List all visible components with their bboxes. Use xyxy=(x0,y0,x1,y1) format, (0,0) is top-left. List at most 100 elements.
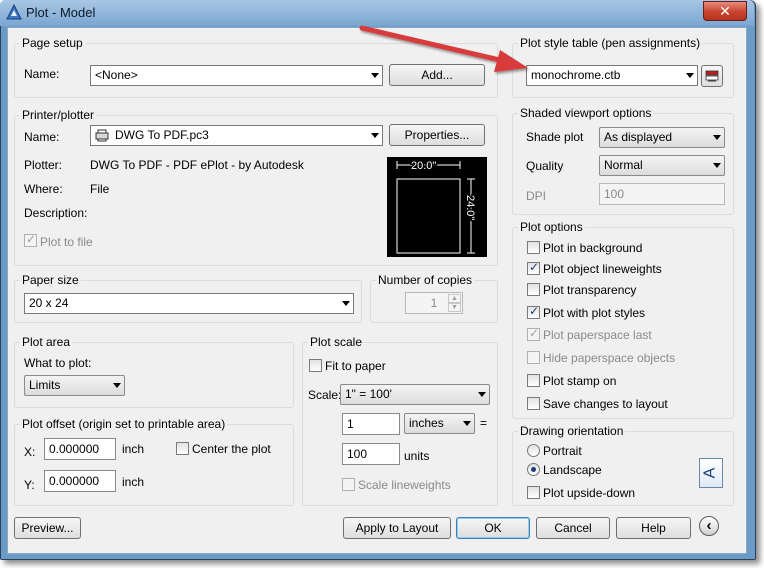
spinner-down-icon[interactable]: ▼ xyxy=(448,303,461,312)
page-setup-name-dropdown[interactable]: <None> xyxy=(90,65,383,86)
quality-dropdown[interactable]: Normal xyxy=(599,155,725,176)
copies-value: 1 xyxy=(430,296,438,310)
where-value: File xyxy=(90,182,110,196)
scale-value: 1" = 100' xyxy=(345,387,392,401)
fit-to-paper-label: Fit to paper xyxy=(325,359,386,373)
chevron-down-icon xyxy=(478,392,486,397)
portrait-label: Portrait xyxy=(543,444,582,458)
printer-name-value: DWG To PDF.pc3 xyxy=(115,128,209,142)
close-button[interactable]: ✕ xyxy=(703,1,747,21)
plot-options-group xyxy=(512,227,734,419)
shade-plot-label: Shade plot xyxy=(526,130,584,144)
paper-preview: 20.0" 24.0" xyxy=(387,157,487,257)
drawing-orientation-title: Drawing orientation xyxy=(518,424,626,438)
chevron-down-icon xyxy=(713,163,721,168)
scale-unit-value: inches xyxy=(409,416,444,430)
center-plot-checkbox[interactable] xyxy=(176,442,189,455)
hide-paperspace-objects-label: Hide paperspace objects xyxy=(543,351,676,365)
plot-object-lineweights-checkbox[interactable]: ✓ xyxy=(527,260,540,275)
fit-to-paper-checkbox[interactable] xyxy=(309,359,322,372)
quality-value: Normal xyxy=(604,158,643,172)
plot-offset-title: Plot offset (origin set to printable are… xyxy=(20,417,228,431)
plot-options-title: Plot options xyxy=(518,220,585,234)
offset-y-input[interactable]: 0.000000 xyxy=(44,470,116,492)
page-setup-title: Page setup xyxy=(20,36,85,50)
what-to-plot-label: What to plot: xyxy=(24,356,92,370)
radio-selected-dot xyxy=(531,467,536,472)
description-label: Description: xyxy=(24,206,88,220)
plot-object-lineweights-label: Plot object lineweights xyxy=(543,262,662,276)
ok-button[interactable]: OK xyxy=(456,517,530,539)
page-setup-name-value: <None> xyxy=(95,68,138,82)
shade-plot-dropdown[interactable]: As displayed xyxy=(599,127,725,148)
preview-height-label: 24.0" xyxy=(464,195,476,220)
plot-stamp-on-checkbox[interactable] xyxy=(527,374,540,387)
preview-button[interactable]: Preview... xyxy=(14,517,81,539)
orientation-letter: A xyxy=(701,467,719,479)
scale-unit-dropdown[interactable]: inches xyxy=(404,413,475,434)
dpi-input[interactable]: 100 xyxy=(599,183,725,205)
plot-with-plot-styles-label: Plot with plot styles xyxy=(543,306,646,320)
page-setup-name-label: Name: xyxy=(24,67,60,81)
plot-upside-down-checkbox[interactable] xyxy=(527,486,540,499)
paper-size-dropdown[interactable]: 20 x 24 xyxy=(24,293,354,314)
plot-with-plot-styles-checkbox[interactable]: ✓ xyxy=(527,304,540,319)
properties-button[interactable]: Properties... xyxy=(389,124,485,146)
portrait-radio[interactable] xyxy=(527,444,540,457)
offset-x-input[interactable]: 0.000000 xyxy=(44,438,116,460)
apply-to-layout-button[interactable]: Apply to Layout xyxy=(343,517,451,539)
plot-in-background-checkbox[interactable] xyxy=(527,241,540,254)
offset-y-label: Y: xyxy=(24,478,35,492)
scale-numerator-input[interactable]: 1 xyxy=(342,413,400,435)
plot-to-file-label: Plot to file xyxy=(40,235,93,249)
where-label: Where: xyxy=(24,182,63,196)
offset-y-unit: inch xyxy=(122,475,145,489)
printer-name-dropdown[interactable]: DWG To PDF.pc3 xyxy=(90,125,383,146)
plot-style-editor-icon xyxy=(705,70,719,82)
scale-lineweights-checkbox[interactable] xyxy=(342,478,355,491)
collapse-options-button[interactable]: ‹ xyxy=(699,516,719,536)
chevron-down-icon xyxy=(686,73,694,78)
landscape-label: Landscape xyxy=(543,463,602,477)
spinner-up-icon[interactable]: ▲ xyxy=(448,294,461,303)
what-to-plot-value: Limits xyxy=(29,378,61,392)
offset-x-label: X: xyxy=(24,445,36,459)
what-to-plot-dropdown[interactable]: Limits xyxy=(24,375,125,396)
landscape-radio[interactable] xyxy=(527,463,540,476)
preview-width-label: 20.0" xyxy=(411,160,436,172)
plot-transparency-label: Plot transparency xyxy=(543,283,637,297)
checkmark-icon: ✓ xyxy=(529,304,540,318)
hide-paperspace-objects-checkbox[interactable] xyxy=(527,351,540,364)
plot-to-file-checkbox[interactable]: ✓ xyxy=(24,232,37,247)
plot-scale-title: Plot scale xyxy=(308,335,365,349)
printer-plotter-title: Printer/plotter xyxy=(20,108,97,122)
help-button[interactable]: Help xyxy=(616,517,691,539)
edit-plot-style-button[interactable] xyxy=(701,65,723,87)
plot-area-title: Plot area xyxy=(20,335,73,349)
scale-dropdown[interactable]: 1" = 100' xyxy=(340,384,490,405)
shaded-viewport-title: Shaded viewport options xyxy=(518,106,654,120)
plot-style-dropdown[interactable]: monochrome.ctb xyxy=(526,65,698,86)
plotter-value: DWG To PDF - PDF ePlot - by Autodesk xyxy=(90,158,304,172)
chevron-down-icon xyxy=(371,133,379,138)
plot-paperspace-last-checkbox[interactable]: ✓ xyxy=(527,326,540,341)
annotation-arrow xyxy=(359,25,528,72)
plot-in-background-label: Plot in background xyxy=(543,241,643,255)
plot-transparency-checkbox[interactable] xyxy=(527,283,540,296)
autocad-app-icon xyxy=(6,4,22,20)
copies-title: Number of copies xyxy=(376,273,475,287)
shade-plot-value: As displayed xyxy=(604,130,673,144)
save-changes-to-layout-checkbox[interactable] xyxy=(527,397,540,410)
plot-offset-group xyxy=(14,424,294,506)
scale-denominator-unit: units xyxy=(404,449,430,463)
quality-label: Quality xyxy=(526,159,564,173)
chevron-down-icon xyxy=(463,421,471,426)
scale-equals-sign: = xyxy=(480,416,488,430)
cancel-button[interactable]: Cancel xyxy=(536,517,610,539)
plot-style-value: monochrome.ctb xyxy=(531,68,621,82)
copies-spinner[interactable]: 1 ▲ ▼ xyxy=(405,292,463,314)
scale-denominator-input[interactable]: 100 xyxy=(342,443,400,465)
paper-size-title: Paper size xyxy=(20,273,81,287)
printer-name-label: Name: xyxy=(24,130,60,144)
checkmark-icon: ✓ xyxy=(529,260,540,274)
